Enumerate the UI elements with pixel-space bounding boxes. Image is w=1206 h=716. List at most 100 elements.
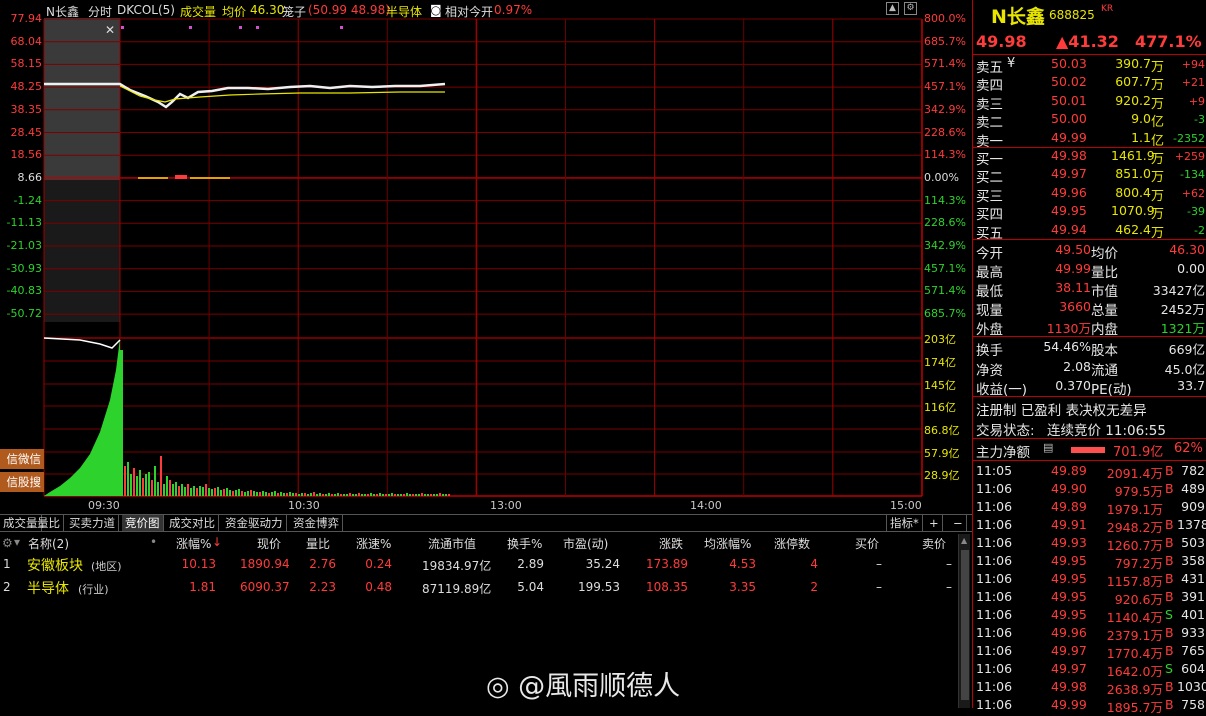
row-cell: 6090.37: [240, 580, 290, 594]
book-change: +62: [1181, 186, 1205, 200]
volume-bar: [136, 476, 138, 496]
tick-price: 49.97: [1051, 661, 1087, 676]
book-row[interactable]: 卖二 50.00 9.0 亿 -3: [973, 110, 1206, 131]
volume-bar: [127, 462, 129, 496]
col-avg-change[interactable]: 均涨幅%: [704, 535, 751, 552]
volume-bar: [145, 474, 147, 496]
book-change: +259: [1174, 150, 1205, 163]
book-row[interactable]: 卖一 49.99 1.1 亿 -2352: [973, 129, 1206, 150]
col-ask[interactable]: 卖价: [922, 535, 946, 552]
volume-bar: [376, 494, 378, 496]
auction-markers: [121, 26, 343, 29]
col-vol-ratio[interactable]: 量比: [306, 535, 330, 552]
col-name[interactable]: 名称(2): [28, 535, 69, 552]
volume-bar: [304, 493, 306, 496]
volume-bar: [178, 486, 180, 496]
stat-value: 1321万: [1160, 321, 1205, 336]
table-menu-icon[interactable]: ⚙: [2, 536, 13, 550]
row-cell: 108.35: [646, 580, 688, 594]
col-change-pct[interactable]: 涨幅%: [176, 535, 211, 552]
col-change[interactable]: 涨跌: [659, 535, 683, 552]
stat-value: 2452万: [1160, 302, 1205, 317]
tab-buy-sell-force[interactable]: 买卖力道: [66, 515, 119, 531]
book-row[interactable]: 买一 49.98 1461.9 万 +259: [973, 147, 1206, 168]
tick-row: 11:06 49.95 1157.8万 B 431: [973, 570, 1206, 589]
volume-bar: [448, 494, 450, 496]
tick-row: 11:06 49.97 1770.4万 B 765: [973, 642, 1206, 661]
table-sort-icon[interactable]: ▾: [14, 535, 20, 549]
book-row[interactable]: 买四 49.95 1070.9 万 -39: [973, 202, 1206, 223]
col-turnover[interactable]: 换手%: [507, 535, 542, 552]
indicator-tabs: 成交量 量比 买卖力道 竞价图 成交对比 资金驱动力 资金博弈 指标* + −: [0, 514, 972, 532]
volume-bar: [340, 494, 342, 496]
tick-time: 11:06: [976, 625, 1013, 640]
table-scrollbar-thumb[interactable]: [961, 550, 969, 700]
col-speed[interactable]: 涨速%: [356, 535, 391, 552]
volume-bar: [202, 487, 204, 496]
volume-bar: [187, 484, 189, 496]
row-cell: 10.13: [181, 557, 216, 571]
row-cell: 0.24: [365, 557, 392, 571]
tab-fund-drive[interactable]: 资金驱动力: [222, 515, 287, 531]
tick-price: 49.93: [1051, 535, 1087, 550]
col-pe[interactable]: 市盈(动): [563, 535, 608, 552]
volume-bar: [298, 494, 300, 496]
price-tick: -40.83: [6, 284, 42, 298]
tab-volume-ratio[interactable]: 量比: [34, 515, 64, 531]
stat-label: PE(动): [1091, 382, 1132, 398]
table-scrollbar[interactable]: ▲: [958, 534, 970, 708]
tick-time: 11:06: [976, 535, 1013, 550]
volume-bar: [394, 494, 396, 496]
tick-time: 11:05: [976, 463, 1013, 478]
price-tick: 48.25: [10, 80, 43, 94]
row-name[interactable]: 半导体: [27, 578, 69, 598]
indicator-menu-button[interactable]: 指标*: [886, 515, 923, 531]
row-name[interactable]: 安徽板块: [27, 555, 83, 575]
col-price[interactable]: 现价: [257, 535, 281, 552]
main-flow-icon[interactable]: ▤: [1043, 441, 1053, 454]
col-limit-up[interactable]: 涨停数: [774, 535, 810, 552]
book-row[interactable]: 卖五 ¥50.03 390.7 万 +94: [973, 55, 1206, 76]
book-row[interactable]: 买三 49.96 800.4 万 +62: [973, 184, 1206, 205]
intraday-chart[interactable]: ✕: [0, 0, 972, 514]
tick-count: 765: [1181, 643, 1205, 658]
side-button-wechat[interactable]: 信微信: [0, 449, 44, 469]
volume-bar: [247, 491, 249, 496]
volume-bar: [223, 489, 225, 496]
tick-side: S: [1165, 661, 1173, 676]
pct-tick: 342.9%: [924, 239, 966, 252]
main-flow-label[interactable]: 主力净额: [976, 441, 1030, 461]
scroll-up-icon[interactable]: ▲: [961, 536, 967, 545]
side-button-search[interactable]: 信股搜: [0, 472, 44, 492]
book-change: +9: [1188, 94, 1205, 108]
tab-auction-chart[interactable]: 竞价图: [122, 515, 164, 531]
pct-tick: 457.1%: [924, 80, 966, 94]
tick-price: 49.95: [1051, 607, 1087, 622]
price-tick: -21.03: [6, 239, 42, 252]
book-row[interactable]: 买五 49.94 462.4 万 -2: [973, 221, 1206, 242]
tab-fund-game[interactable]: 资金博弈: [290, 515, 343, 531]
volume-bar: [409, 494, 411, 496]
col-bid[interactable]: 买价: [855, 535, 879, 552]
volume-bar: [373, 494, 375, 496]
volume-bar: [151, 480, 153, 496]
price-tick: -30.93: [6, 261, 42, 275]
book-row[interactable]: 卖三 50.01 920.2 万 +9: [973, 92, 1206, 113]
book-price: 49.94: [1051, 221, 1087, 237]
book-row[interactable]: 卖四 50.02 607.7 万 +21: [973, 73, 1206, 94]
watermark-text: @風雨顺德人: [518, 671, 681, 702]
book-price: 50.02: [1051, 74, 1087, 90]
book-row[interactable]: 买二 49.97 851.0 万 -134: [973, 165, 1206, 186]
tick-row: 11:06 49.95 797.2万 B 358: [973, 552, 1206, 571]
volume-bar: [268, 493, 270, 496]
stat-label: 今开: [976, 246, 1003, 262]
volume-bar: [235, 490, 237, 496]
remove-tab-button[interactable]: −: [950, 515, 967, 531]
add-tab-button[interactable]: +: [926, 515, 943, 531]
col-float-cap[interactable]: 流通市值: [428, 535, 476, 552]
tick-count: 933: [1181, 625, 1205, 640]
tab-trade-compare[interactable]: 成交对比: [166, 515, 219, 531]
volume-bar: [157, 482, 159, 496]
preopen-shade-lower: [44, 180, 120, 322]
close-icon[interactable]: ✕: [105, 23, 115, 37]
